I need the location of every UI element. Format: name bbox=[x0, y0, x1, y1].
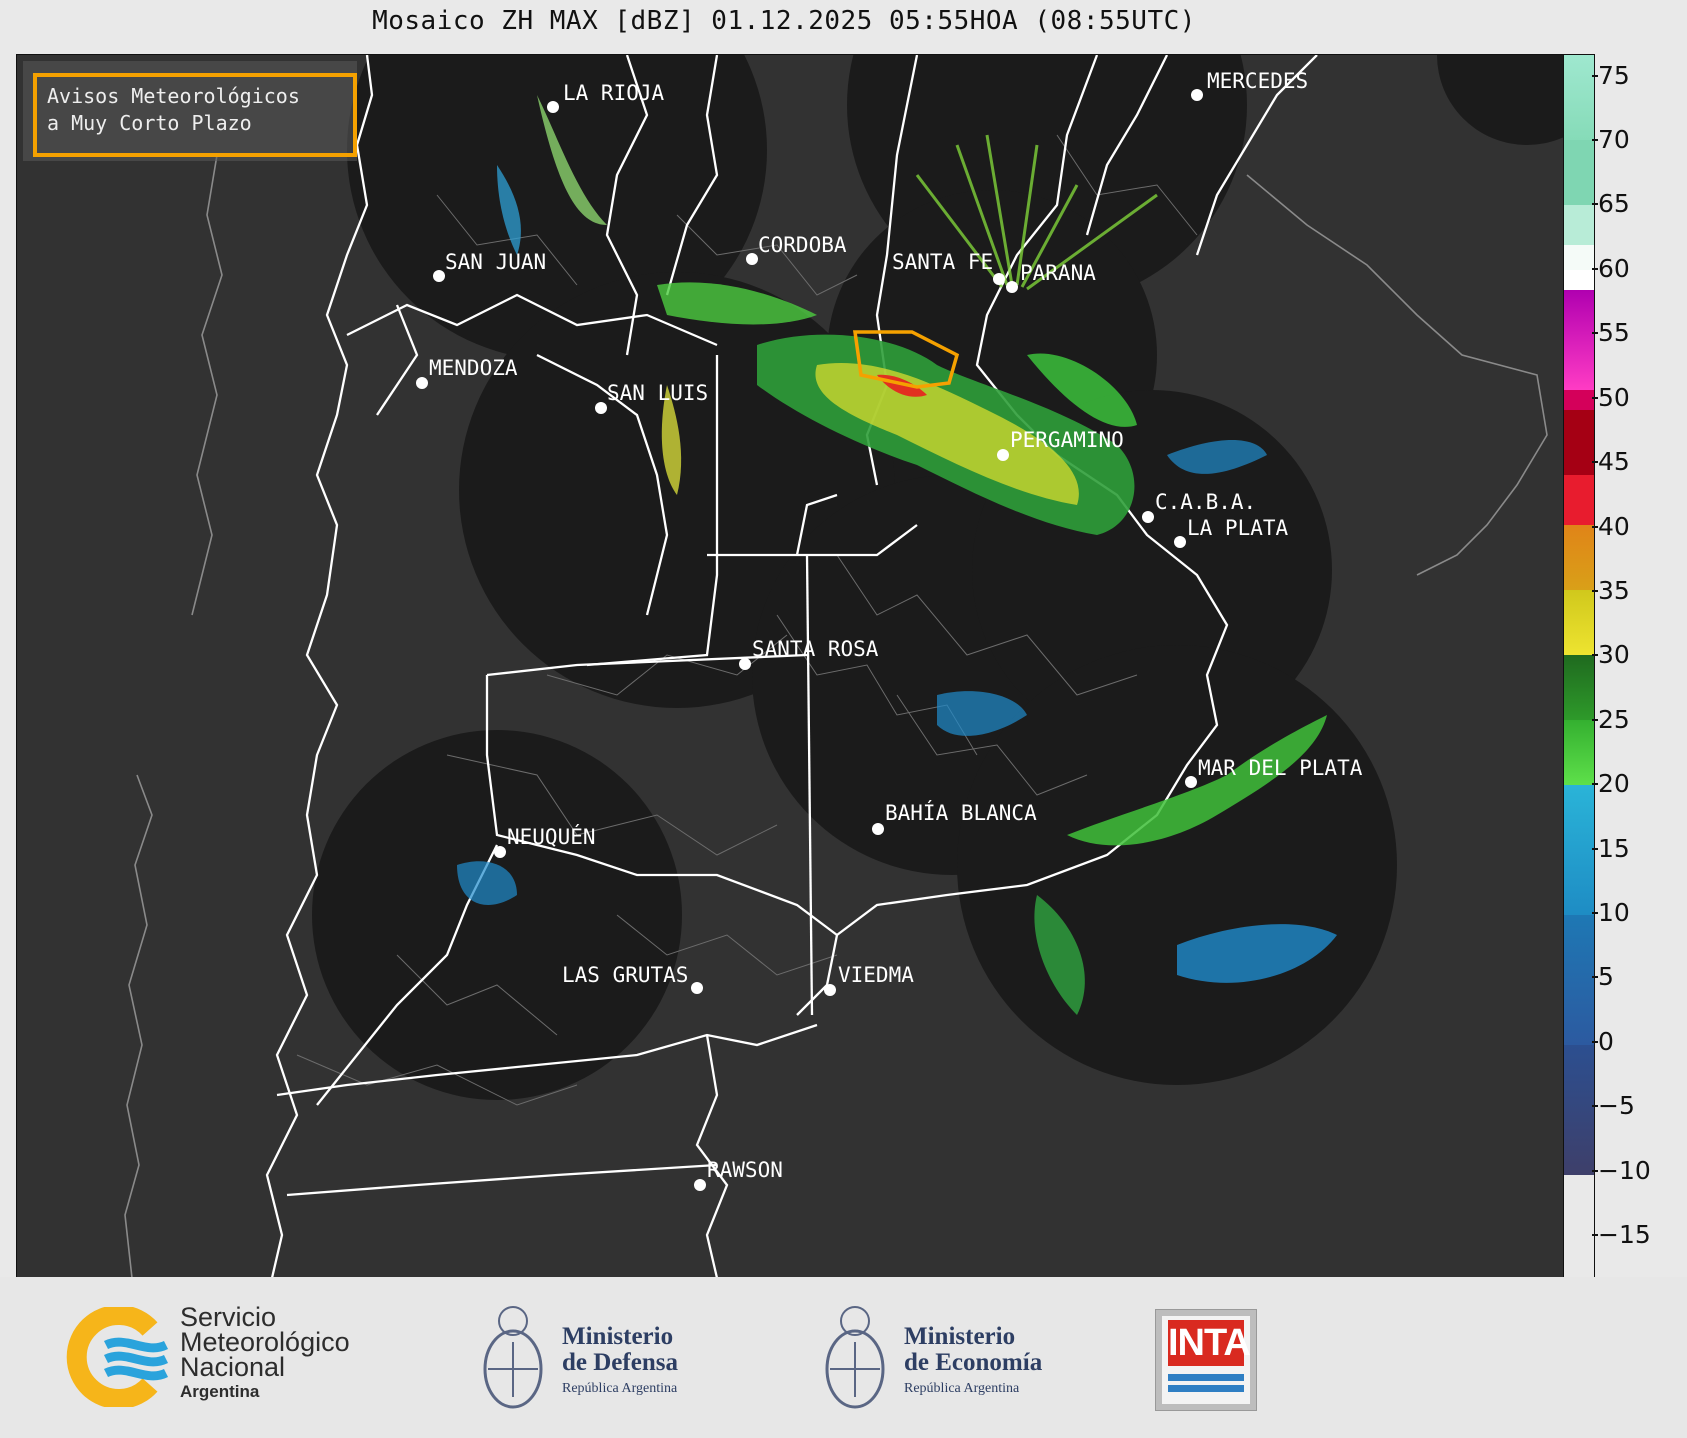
svg-text:MAR DEL PLATA: MAR DEL PLATA bbox=[1198, 756, 1363, 780]
warning-legend[interactable]: Avisos Meteorológicos a Muy Corto Plazo bbox=[23, 61, 357, 161]
svg-text:SANTA ROSA: SANTA ROSA bbox=[752, 637, 879, 661]
defensa-sub: República Argentina bbox=[562, 1381, 678, 1396]
colorbar-tick: 15 bbox=[1592, 834, 1630, 863]
economia-sub: República Argentina bbox=[904, 1381, 1020, 1396]
inta-logo-text: INTA bbox=[1168, 1320, 1251, 1366]
colorbar-tick: −10 bbox=[1592, 1156, 1651, 1185]
colorbar-tick: 35 bbox=[1592, 576, 1630, 605]
colorbar-tick: 20 bbox=[1592, 769, 1630, 798]
smn-sub: Argentina bbox=[180, 1382, 260, 1401]
colorbar-tick: 75 bbox=[1592, 61, 1630, 90]
svg-text:MERCEDES: MERCEDES bbox=[1207, 69, 1308, 93]
colorbar-tick: −15 bbox=[1592, 1220, 1651, 1249]
coat-of-arms-icon bbox=[825, 1306, 885, 1409]
colorbar-tick: 65 bbox=[1592, 189, 1630, 218]
inta-logo: INTA bbox=[1155, 1309, 1257, 1411]
svg-text:C.A.B.A.: C.A.B.A. bbox=[1155, 490, 1256, 514]
smn-logo-icon bbox=[66, 1307, 169, 1407]
economia-line2: de Economía bbox=[904, 1349, 1043, 1376]
svg-text:LAS GRUTAS: LAS GRUTAS bbox=[562, 963, 688, 987]
city-cordoba[interactable]: CORDOBA bbox=[746, 233, 847, 265]
colorbar-tick: 70 bbox=[1592, 125, 1630, 154]
svg-text:RAWSON: RAWSON bbox=[707, 1158, 783, 1182]
colorbar-tick: 60 bbox=[1592, 254, 1630, 283]
colorbar-tick: 0 bbox=[1592, 1027, 1614, 1056]
svg-text:CORDOBA: CORDOBA bbox=[758, 233, 847, 257]
city-rawson[interactable]: RAWSON bbox=[694, 1158, 783, 1191]
radar-coverage bbox=[312, 55, 1563, 1100]
economia-logo-text: Ministerio de Economía República Argenti… bbox=[904, 1324, 1042, 1402]
city-viedma[interactable]: VIEDMA bbox=[824, 963, 914, 996]
economia-line1: Ministerio bbox=[904, 1323, 1016, 1350]
svg-text:NEUQUÉN: NEUQUÉN bbox=[507, 824, 596, 849]
svg-text:PERGAMINO: PERGAMINO bbox=[1010, 428, 1124, 452]
svg-text:SAN JUAN: SAN JUAN bbox=[445, 250, 546, 274]
colorbar-tick: −5 bbox=[1592, 1091, 1635, 1120]
svg-text:LA RIOJA: LA RIOJA bbox=[563, 81, 665, 105]
radar-map-canvas: LA RIOJA MERCEDES CORDOBA SAN JUAN SANTA… bbox=[124, 55, 1563, 1278]
svg-text:SAN LUIS: SAN LUIS bbox=[607, 381, 708, 405]
svg-text:BAHÍA BLANCA: BAHÍA BLANCA bbox=[885, 800, 1037, 825]
svg-text:SANTA FE: SANTA FE bbox=[892, 250, 993, 274]
defensa-logo-text: Ministerio de Defensa República Argentin… bbox=[562, 1324, 678, 1402]
warning-legend-label: Avisos Meteorológicos a Muy Corto Plazo bbox=[33, 73, 357, 157]
colorbar bbox=[1563, 54, 1595, 1279]
colorbar-tick: 55 bbox=[1592, 318, 1630, 347]
colorbar-tick: 50 bbox=[1592, 383, 1630, 412]
colorbar-tick: 45 bbox=[1592, 447, 1630, 476]
smn-logo-text: Servicio Meteorológico Nacional Argentin… bbox=[180, 1304, 350, 1404]
map-title: Mosaico ZH MAX [dBZ] 01.12.2025 05:55HOA… bbox=[372, 6, 1196, 36]
coat-of-arms-icon bbox=[483, 1306, 543, 1409]
defensa-line1: Ministerio bbox=[562, 1323, 674, 1350]
colorbar-tick: 5 bbox=[1592, 962, 1614, 991]
svg-text:PARANA: PARANA bbox=[1020, 261, 1096, 285]
svg-text:VIEDMA: VIEDMA bbox=[838, 963, 914, 987]
logos-footer: Servicio Meteorológico Nacional Argentin… bbox=[0, 1277, 1687, 1438]
smn-line3: Nacional bbox=[180, 1352, 286, 1382]
colorbar-tick: 25 bbox=[1592, 705, 1630, 734]
colorbar-tick: 30 bbox=[1592, 640, 1630, 669]
svg-text:MENDOZA: MENDOZA bbox=[429, 356, 518, 380]
svg-text:LA PLATA: LA PLATA bbox=[1187, 516, 1289, 540]
radar-map[interactable]: LA RIOJA MERCEDES CORDOBA SAN JUAN SANTA… bbox=[16, 54, 1564, 1279]
colorbar-tick: 10 bbox=[1592, 898, 1630, 927]
defensa-line2: de Defensa bbox=[562, 1349, 678, 1376]
colorbar-tick: 40 bbox=[1592, 512, 1630, 541]
